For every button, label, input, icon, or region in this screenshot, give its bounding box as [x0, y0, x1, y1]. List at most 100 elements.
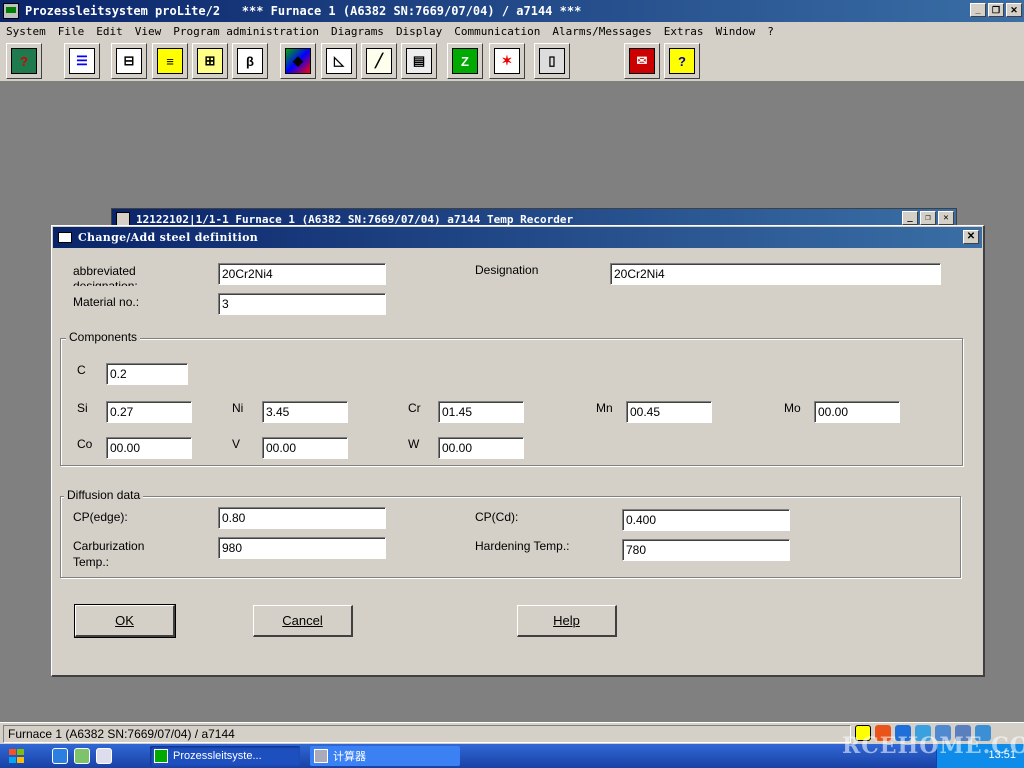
restore-button[interactable]: ❐ — [988, 3, 1004, 17]
cp-edge-input[interactable]: 0.80 — [218, 507, 386, 529]
watermark: RCEHOME.COM — [842, 733, 1024, 759]
ni-label: Ni — [232, 401, 244, 415]
v-label: V — [232, 437, 241, 451]
menu-edit[interactable]: Edit — [96, 25, 123, 38]
menu-file[interactable]: File — [58, 25, 85, 38]
cp-cd-label: CP(Cd): — [475, 510, 519, 524]
color-palette-icon[interactable]: ◆ — [280, 43, 316, 79]
task-prozessleitsystem[interactable]: Prozessleitsyste... — [150, 746, 300, 766]
ie-icon[interactable] — [52, 748, 68, 764]
printer-mail-icon[interactable]: ✉ — [624, 43, 660, 79]
device-icon[interactable]: ▯ — [534, 43, 570, 79]
mo-input[interactable]: 00.00 — [814, 401, 900, 423]
network-icon[interactable]: ⊟ — [111, 43, 147, 79]
recorder-window-controls: _ ❐ ✕ — [902, 211, 954, 225]
close-button[interactable]: ✕ — [1006, 3, 1022, 17]
w-input[interactable]: 00.00 — [438, 437, 524, 459]
dialog-close-button[interactable]: ✕ — [963, 230, 979, 244]
menu-communication[interactable]: Communication — [454, 25, 540, 38]
co-input[interactable]: 00.00 — [106, 437, 192, 459]
mn-input[interactable]: 00.45 — [626, 401, 712, 423]
menu-display[interactable]: Display — [396, 25, 442, 38]
recorder-icon — [116, 212, 130, 226]
material-no-input[interactable]: 3 — [218, 293, 386, 315]
recorder-minimize-button[interactable]: _ — [902, 211, 918, 225]
task-calculator-label: 计算器 — [333, 751, 366, 763]
window-controls: _ ❐ ✕ — [970, 3, 1022, 17]
menu-bar: System File Edit View Program administra… — [0, 22, 1024, 41]
toolbar: ? ☰ ⊟ ≡ ⊞ β ◆ ◺ ╱ ▤ Z ✶ ▯ ✉ ? — [0, 41, 1024, 82]
cp-edge-label: CP(edge): — [73, 510, 128, 524]
chart-icon[interactable]: ◺ — [321, 43, 357, 79]
dialog-icon — [58, 232, 72, 243]
v-input[interactable]: 00.00 — [262, 437, 348, 459]
abbreviated-designation-input[interactable]: 20Cr2Ni4 — [218, 263, 386, 285]
carburization-temp-input[interactable]: 980 — [218, 537, 386, 559]
hardening-temp-label: Hardening Temp.: — [475, 539, 570, 553]
menu-program-administration[interactable]: Program administration — [173, 25, 319, 38]
tree-view-icon[interactable]: ☰ — [64, 43, 100, 79]
cancel-button[interactable]: Cancel — [253, 605, 353, 637]
dialog-title: Change/Add steel definition — [78, 231, 259, 244]
cr-input[interactable]: 01.45 — [438, 401, 524, 423]
ok-button[interactable]: OK — [74, 604, 176, 638]
file-cabinet-icon[interactable]: ▤ — [401, 43, 437, 79]
menu-window[interactable]: Window — [715, 25, 755, 38]
cancel-button-label: Cancel — [282, 613, 323, 628]
recorder-restore-button[interactable]: ❐ — [920, 211, 936, 225]
menu-system[interactable]: System — [6, 25, 46, 38]
flow-chart-icon[interactable]: Z — [447, 43, 483, 79]
app-titlebar[interactable]: Prozessleitsystem proLite/2 *** Furnace … — [0, 0, 1024, 22]
components-title: Components — [66, 330, 141, 344]
help-book-icon[interactable]: ? — [664, 43, 700, 79]
diagram-beta-icon[interactable]: β — [232, 43, 268, 79]
hardening-temp-input[interactable]: 780 — [622, 539, 790, 561]
dialog-titlebar[interactable]: Change/Add steel definition ✕ — [53, 227, 982, 248]
diffusion-group — [60, 496, 961, 578]
carburization-label: Carburization — [73, 539, 145, 553]
task-prozessleitsystem-label: Prozessleitsyste... — [173, 750, 262, 762]
co-label: Co — [77, 437, 93, 451]
alarm-icon[interactable]: ✶ — [489, 43, 525, 79]
media-player-icon[interactable] — [74, 748, 90, 764]
abbreviated-designation-label: abbreviated designation: — [73, 264, 138, 286]
status-text: Furnace 1 (A6382 SN:7669/07/04) / a7144 — [3, 725, 851, 743]
ni-input[interactable]: 3.45 — [262, 401, 348, 423]
disk-help-icon[interactable]: ? — [6, 43, 42, 79]
material-no-label: Material no.: — [73, 295, 140, 309]
task-calculator[interactable]: 计算器 — [310, 746, 460, 766]
cr-label: Cr — [408, 401, 421, 415]
notes-icon[interactable]: ≡ — [152, 43, 188, 79]
c-input[interactable]: 0.2 — [106, 363, 188, 385]
start-button[interactable] — [4, 747, 30, 765]
minimize-button[interactable]: _ — [970, 3, 986, 17]
menu-alarms-messages[interactable]: Alarms/Messages — [552, 25, 651, 38]
mo-label: Mo — [784, 401, 801, 415]
designation-input[interactable]: 20Cr2Ni4 — [610, 263, 941, 285]
diffusion-title: Diffusion data — [64, 488, 144, 502]
help-button[interactable]: Help — [517, 605, 617, 637]
steel-definition-dialog: Change/Add steel definition ✕ abbreviate… — [51, 225, 985, 677]
trend-chart-icon[interactable]: ╱ — [361, 43, 397, 79]
help-button-label: Help — [553, 613, 580, 628]
si-label: Si — [77, 401, 88, 415]
c-label: C — [77, 363, 86, 377]
si-input[interactable]: 0.27 — [106, 401, 192, 423]
cp-cd-input[interactable]: 0.400 — [622, 509, 790, 531]
designation-label: Designation — [475, 263, 539, 277]
recorder-title: 12122102|1/1-1 Furnace 1 (A6382 SN:7669/… — [136, 212, 574, 226]
w-label: W — [408, 437, 420, 451]
show-desktop-icon[interactable] — [96, 748, 112, 764]
menu-help[interactable]: ? — [767, 25, 774, 38]
menu-view[interactable]: View — [135, 25, 162, 38]
settings-list-icon[interactable]: ⊞ — [192, 43, 228, 79]
recorder-close-button[interactable]: ✕ — [938, 211, 954, 225]
menu-extras[interactable]: Extras — [664, 25, 704, 38]
app-icon[interactable] — [3, 3, 19, 19]
prozessleitsystem-task-icon — [154, 749, 168, 763]
carburization-label-line2: Temp.: — [73, 555, 110, 569]
calculator-task-icon — [314, 749, 328, 763]
app-title: Prozessleitsystem proLite/2 *** Furnace … — [25, 4, 582, 18]
menu-diagrams[interactable]: Diagrams — [331, 25, 384, 38]
mn-label: Mn — [596, 401, 613, 415]
